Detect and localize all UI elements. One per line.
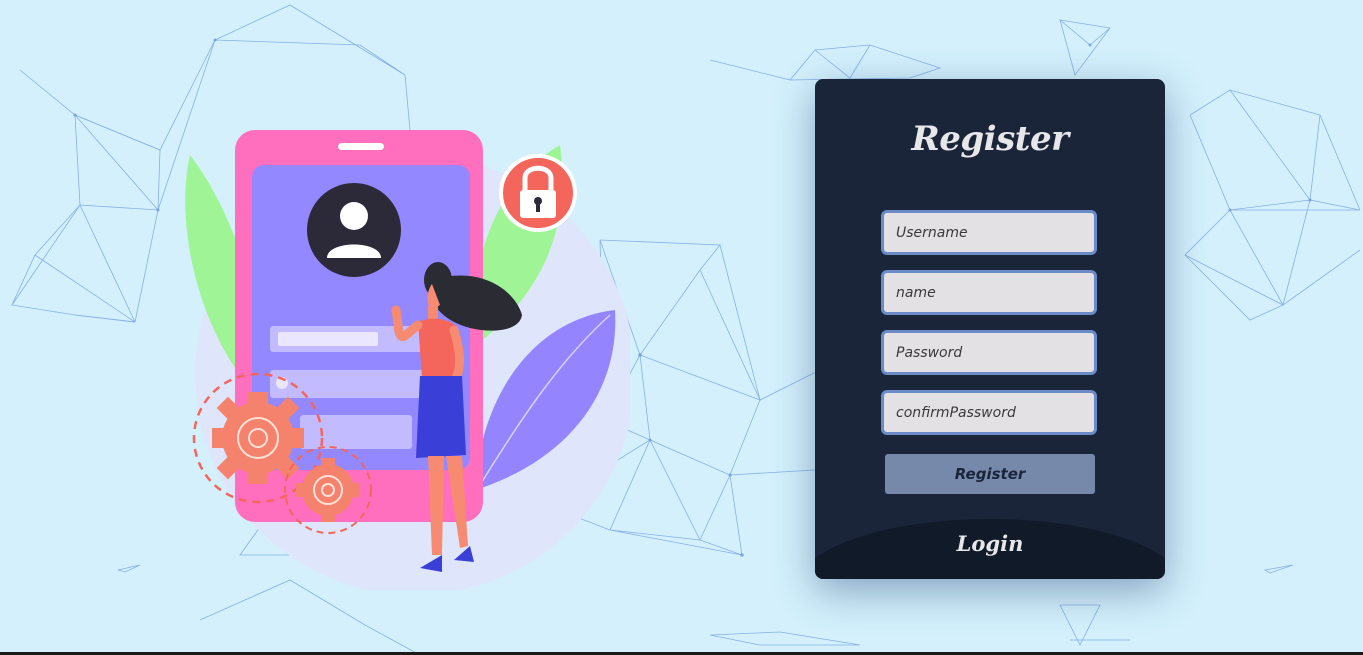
lock-icon [499, 154, 577, 232]
name-input[interactable] [881, 270, 1097, 315]
phone-speaker [338, 143, 384, 150]
password-input[interactable] [881, 330, 1097, 375]
login-link[interactable]: Login [815, 531, 1165, 556]
confirm-password-input[interactable] [881, 390, 1097, 435]
register-title: Register [911, 119, 1069, 159]
user-avatar-icon [307, 183, 401, 277]
username-input[interactable] [881, 210, 1097, 255]
phone-illustration [185, 130, 630, 590]
register-panel: Register Register Login [815, 79, 1165, 579]
register-button[interactable]: Register [885, 454, 1095, 494]
